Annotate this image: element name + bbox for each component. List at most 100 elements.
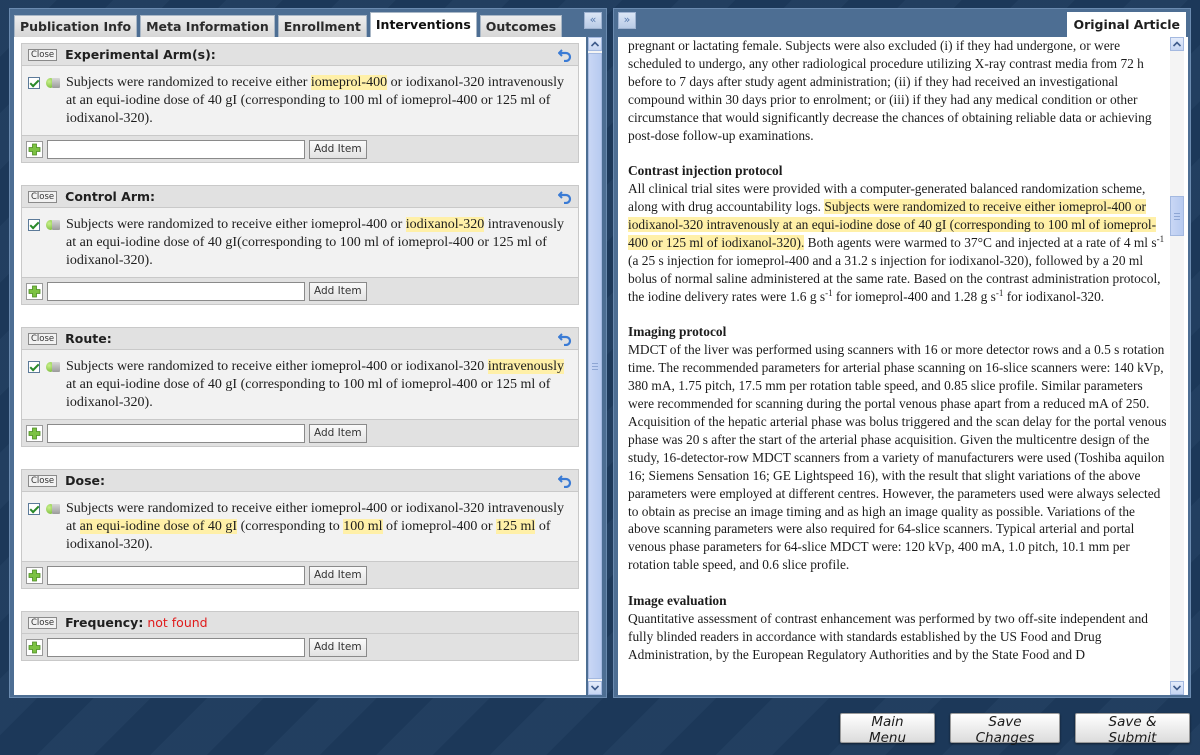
add-item-input[interactable] [47, 281, 305, 301]
section-heading-evaluation: Image evaluation [628, 593, 727, 609]
scroll-up-arrow-icon[interactable] [588, 37, 602, 51]
highlighted-term: 100 ml [343, 519, 383, 534]
superscript: -1 [1156, 233, 1165, 244]
main-menu-button[interactable]: Main Menu [840, 713, 935, 746]
article-text: pregnant or lactating female. Subjects w… [628, 37, 1168, 682]
evidence-link-icon[interactable] [46, 503, 60, 515]
evidence-link-icon[interactable] [46, 77, 60, 89]
action-bar: Main Menu Save Changes Save & Submit [840, 713, 1190, 746]
highlighted-term: an equi-iodine dose of 40 gI [79, 519, 238, 534]
tab-enrollment[interactable]: Enrollment [277, 15, 367, 37]
text-span: Quantitative assessment of contrast enha… [628, 610, 1148, 662]
add-icon[interactable] [26, 424, 43, 442]
scroll-up-arrow-icon[interactable] [1170, 37, 1184, 51]
section-title: Frequency: [65, 615, 144, 630]
section-heading-imaging: Imaging protocol [628, 324, 727, 340]
scroll-thumb[interactable] [588, 53, 602, 679]
add-item-input[interactable] [47, 423, 305, 443]
add-item-button[interactable]: Add Item [309, 281, 367, 301]
interventions-form: Close Experimental Arm(s): Subjects were r… [14, 37, 586, 695]
text-span: at an equi-iodine dose of 40 gI (corresp… [66, 377, 551, 410]
tab-interventions[interactable]: Interventions [369, 12, 477, 37]
add-item-input[interactable] [47, 565, 305, 585]
list-item: Subjects were randomized to receive eith… [22, 66, 578, 136]
add-item-input[interactable] [47, 637, 305, 657]
expand-right-button[interactable]: » [618, 12, 636, 29]
item-checkbox[interactable] [28, 77, 40, 89]
tab-bar: Publication Info Meta Information Enroll… [14, 12, 563, 37]
add-icon[interactable] [26, 140, 43, 158]
section-title: Control Arm: [65, 189, 156, 204]
item-checkbox[interactable] [28, 219, 40, 231]
tab-meta-information[interactable]: Meta Information [140, 15, 275, 37]
section-title: Experimental Arm(s): [65, 47, 216, 62]
add-item-button[interactable]: Add Item [309, 139, 367, 159]
tab-publication-info[interactable]: Publication Info [14, 15, 138, 37]
add-item-input[interactable] [47, 139, 305, 159]
tab-outcomes[interactable]: Outcomes [479, 15, 563, 37]
left-scrollbar[interactable] [588, 37, 602, 695]
undo-icon[interactable] [557, 189, 572, 205]
text-span: Subjects were randomized to receive eith… [66, 217, 406, 232]
item-checkbox[interactable] [28, 361, 40, 373]
text-span: MDCT of the liver was performed using sc… [628, 342, 1167, 573]
section-header: Close Route: [22, 328, 578, 350]
section-header: Close Experimental Arm(s): [22, 44, 578, 66]
intervention-section: Close Frequency: not found Add Item [21, 611, 579, 661]
scroll-down-arrow-icon[interactable] [1170, 681, 1184, 695]
section-heading-contrast: Contrast injection protocol [628, 163, 783, 179]
add-item-row: Add Item [22, 136, 578, 162]
list-item: Subjects were randomized to receive eith… [22, 350, 578, 420]
add-item-button[interactable]: Add Item [309, 565, 367, 585]
status-not-found: not found [147, 615, 208, 630]
text-span: of iomeprol-400 or [382, 519, 497, 534]
scroll-down-arrow-icon[interactable] [588, 681, 602, 695]
section-title: Dose: [65, 473, 106, 488]
article-viewer: pregnant or lactating female. Subjects w… [618, 37, 1188, 695]
intervention-section: Close Route: Subjects were randomized to r… [21, 327, 579, 447]
add-icon[interactable] [26, 282, 43, 300]
right-scrollbar[interactable] [1170, 37, 1184, 695]
item-text: Subjects were randomized to receive eith… [66, 74, 572, 128]
scroll-thumb[interactable] [1170, 196, 1184, 236]
intervention-section: Close Control Arm: Subjects were randomize… [21, 185, 579, 305]
close-section-button[interactable]: Close [28, 332, 58, 345]
extraction-panel: Publication Info Meta Information Enroll… [9, 8, 607, 698]
evidence-link-icon[interactable] [46, 361, 60, 373]
item-checkbox[interactable] [28, 503, 40, 515]
item-text: Subjects were randomized to receive eith… [66, 358, 572, 412]
add-item-row: Add Item [22, 278, 578, 304]
highlighted-term: 125 ml [496, 519, 536, 534]
section-header: Close Dose: [22, 470, 578, 492]
article-paragraph-intro: pregnant or lactating female. Subjects w… [628, 38, 1152, 143]
close-section-button[interactable]: Close [28, 616, 58, 629]
article-panel: » Original Article pregnant or lactating… [613, 8, 1191, 698]
save-submit-button[interactable]: Save & Submit [1075, 713, 1190, 746]
tab-original-article[interactable]: Original Article [1067, 12, 1186, 37]
evidence-link-icon[interactable] [46, 219, 60, 231]
collapse-left-button[interactable]: « [584, 12, 602, 29]
add-item-row: Add Item [22, 420, 578, 446]
text-span: for iomeprol-400 and 1.28 g s [832, 288, 996, 304]
add-item-button[interactable]: Add Item [309, 423, 367, 443]
save-changes-button[interactable]: Save Changes [950, 713, 1060, 746]
list-item: Subjects were randomized to receive eith… [22, 492, 578, 562]
close-section-button[interactable]: Close [28, 474, 58, 487]
add-item-button[interactable]: Add Item [309, 637, 367, 657]
grip-icon [592, 363, 598, 370]
highlighted-term: iomeprol-400 [310, 75, 388, 90]
add-icon[interactable] [26, 566, 43, 584]
text-span: Both agents were warmed to 37°C and inje… [804, 234, 1157, 250]
section-title: Route: [65, 331, 112, 346]
intervention-section: Close Experimental Arm(s): Subjects were r… [21, 43, 579, 163]
close-section-button[interactable]: Close [28, 48, 58, 61]
superscript: -1 [825, 287, 833, 298]
grip-icon [1174, 213, 1180, 220]
text-span: for iodixanol-320. [1003, 288, 1105, 304]
undo-icon[interactable] [557, 47, 572, 63]
close-section-button[interactable]: Close [28, 190, 58, 203]
add-icon[interactable] [26, 638, 43, 656]
undo-icon[interactable] [557, 331, 572, 347]
add-item-row: Add Item [22, 634, 578, 660]
undo-icon[interactable] [557, 473, 572, 489]
